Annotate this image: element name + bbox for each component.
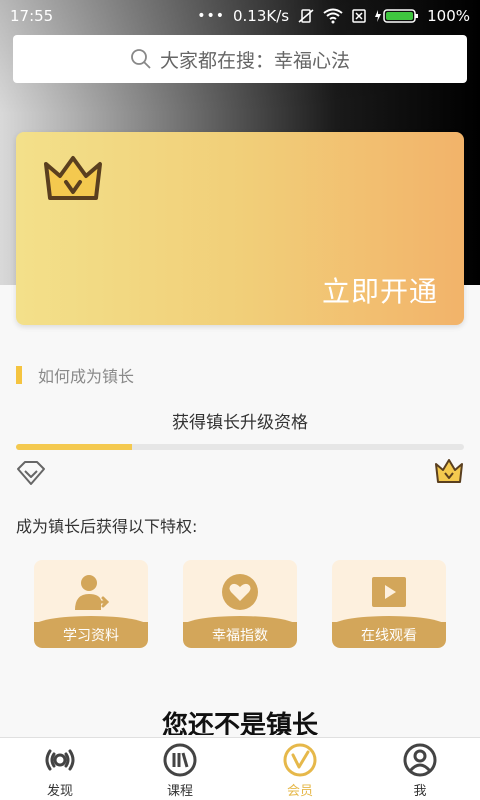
crown-level-icon — [435, 459, 463, 483]
status-time: 17:55 — [10, 7, 54, 25]
tab-label: 课程 — [166, 784, 193, 799]
tab-label: 发现 — [46, 784, 73, 799]
upgrade-progress-fill — [16, 444, 133, 450]
wifi-icon — [323, 8, 343, 24]
course-icon — [163, 743, 197, 777]
profile-icon — [403, 743, 437, 777]
heart-icon — [222, 574, 258, 610]
vibrate-off-icon — [298, 9, 314, 23]
section-marker — [16, 366, 22, 384]
network-speed: 0.13K/s — [233, 7, 290, 25]
tab-discover[interactable]: 发现 — [0, 738, 120, 800]
no-sim-icon — [352, 9, 366, 23]
diamond-level-icon — [17, 461, 45, 485]
learning-material-icon — [75, 575, 110, 610]
battery-level: 100% — [427, 7, 470, 25]
upgrade-progress — [16, 444, 464, 450]
status-bar: 17:55 ••• 0.13K/s 100% — [0, 0, 480, 32]
video-play-icon — [372, 577, 406, 607]
perk-online-watch[interactable]: 在线观看 — [332, 560, 446, 648]
tab-label: 我 — [413, 784, 427, 799]
perk-happiness-index[interactable]: 幸福指数 — [183, 560, 297, 648]
battery-charging-icon — [375, 9, 419, 23]
perk-label: 幸福指数 — [183, 616, 297, 648]
search-placeholder: 大家都在搜：幸福心法 — [159, 49, 350, 72]
perk-learning-material[interactable]: 学习资料 — [34, 560, 148, 648]
perk-label: 在线观看 — [332, 616, 446, 648]
section-title: 如何成为镇长 — [38, 367, 135, 386]
vip-card[interactable]: 立即开通 — [16, 132, 464, 325]
tab-label: 会员 — [286, 784, 313, 799]
tab-profile[interactable]: 我 — [360, 738, 480, 800]
open-membership-button[interactable]: 立即开通 — [322, 270, 438, 310]
status-indicators: ••• 0.13K/s 100% — [197, 7, 470, 25]
membership-status: 您还不是镇长 — [161, 711, 318, 735]
tab-member[interactable]: 会员 — [240, 738, 360, 800]
perk-label: 学习资料 — [34, 616, 148, 648]
search-input[interactable]: 大家都在搜：幸福心法 — [13, 35, 467, 83]
section-header: 如何成为镇长 — [16, 363, 134, 387]
bottom-tab-bar: 发现 课程 会员 我 — [0, 737, 480, 800]
discover-icon — [45, 749, 75, 771]
upgrade-label: 获得镇长升级资格 — [172, 413, 308, 433]
more-dots-icon: ••• — [197, 8, 225, 24]
search-icon — [131, 49, 151, 69]
tab-course[interactable]: 课程 — [120, 738, 240, 800]
member-icon — [283, 743, 317, 777]
crown-icon — [44, 156, 102, 200]
perks-title: 成为镇长后获得以下特权: — [16, 517, 198, 536]
